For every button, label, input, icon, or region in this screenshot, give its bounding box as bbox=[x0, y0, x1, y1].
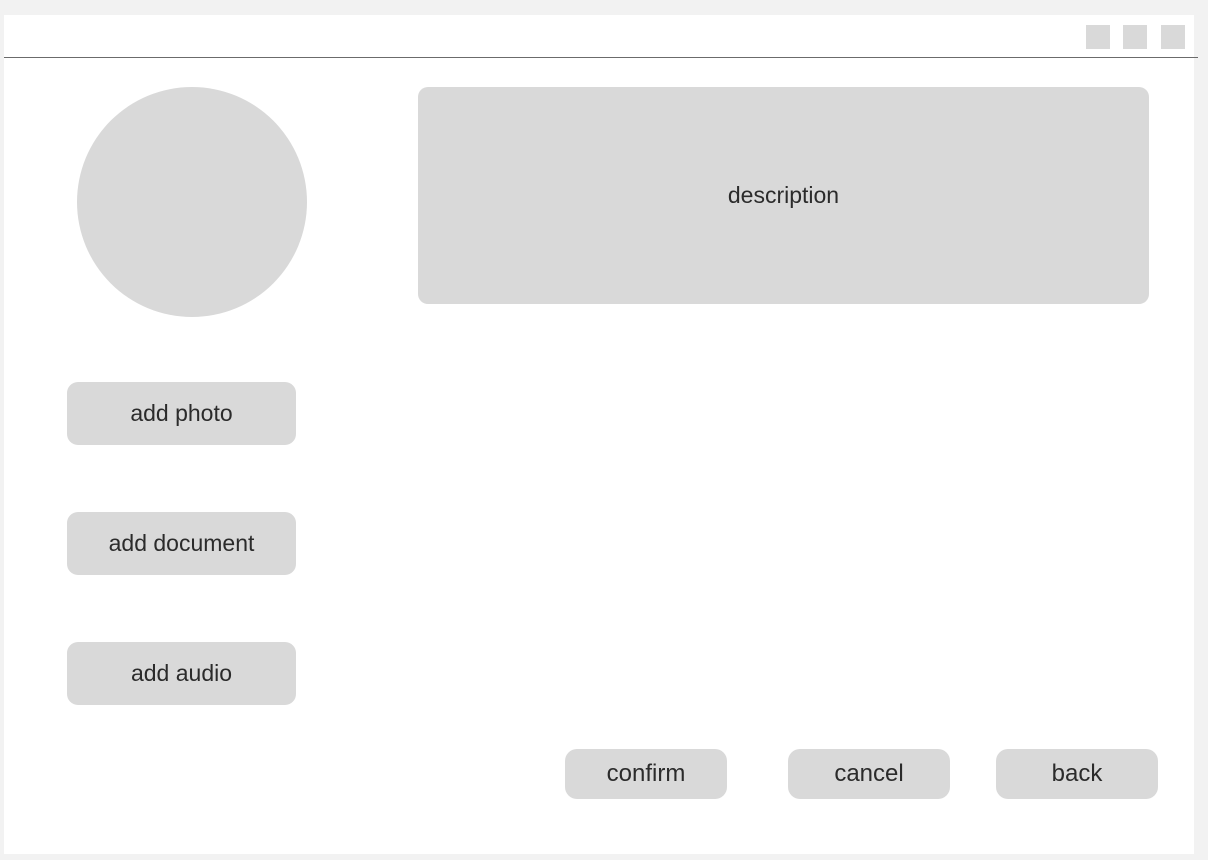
description-box[interactable]: description bbox=[418, 87, 1149, 304]
avatar bbox=[77, 87, 307, 317]
minimize-button[interactable] bbox=[1086, 25, 1110, 49]
maximize-button[interactable] bbox=[1123, 25, 1147, 49]
description-label: description bbox=[727, 182, 840, 208]
cancel-button[interactable]: cancel bbox=[788, 749, 950, 799]
title-bar bbox=[4, 15, 1198, 58]
close-button[interactable] bbox=[1161, 25, 1185, 49]
confirm-label: confirm bbox=[606, 760, 686, 787]
cancel-label: cancel bbox=[834, 760, 904, 787]
confirm-button[interactable]: confirm bbox=[565, 749, 727, 799]
add-photo-label: add photo bbox=[130, 400, 233, 426]
add-audio-label: add audio bbox=[130, 660, 233, 686]
add-audio-button[interactable]: add audio bbox=[67, 642, 296, 705]
add-document-button[interactable]: add document bbox=[67, 512, 296, 575]
app-window: description add photo add document add a… bbox=[4, 15, 1198, 854]
add-photo-button[interactable]: add photo bbox=[67, 382, 296, 445]
back-label: back bbox=[1051, 760, 1103, 787]
add-document-label: add document bbox=[108, 530, 255, 556]
back-button[interactable]: back bbox=[996, 749, 1158, 799]
